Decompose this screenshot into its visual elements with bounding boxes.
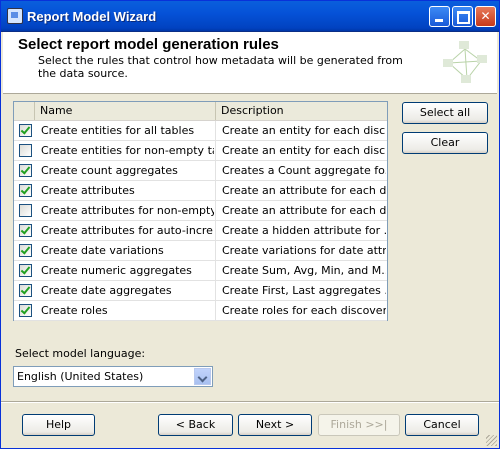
column-divider	[215, 201, 216, 220]
window-title: Report Model Wizard	[27, 9, 157, 24]
rule-checkbox[interactable]	[19, 304, 32, 317]
column-header-name[interactable]: Name	[35, 102, 216, 120]
rule-name: Create attributes for auto-incre...	[41, 224, 214, 237]
rule-name: Create entities for non-empty ta...	[41, 144, 214, 157]
rule-name: Create numeric aggregates	[41, 264, 192, 277]
rule-description: Create roles for each discover...	[222, 304, 386, 317]
wizard-header: Select report model generation rules Sel…	[3, 32, 497, 94]
rule-name: Create attributes for non-empty...	[41, 204, 214, 217]
column-divider	[215, 121, 216, 140]
resize-grip[interactable]	[486, 435, 497, 446]
app-icon	[7, 8, 23, 24]
page-title: Select report model generation rules	[18, 36, 279, 53]
rule-description: Create an entity for each disc...	[222, 124, 386, 137]
cancel-button[interactable]: Cancel	[405, 414, 479, 436]
table-row[interactable]: Create date variations Create variations …	[14, 241, 387, 261]
language-label: Select model language:	[15, 347, 146, 360]
maximize-button[interactable]	[452, 6, 473, 27]
table-row[interactable]: Create roles Create roles for each discov…	[14, 301, 387, 321]
chevron-down-icon[interactable]	[194, 368, 211, 385]
rule-description: Create an attribute for each d...	[222, 184, 386, 197]
rule-name: Create roles	[41, 304, 108, 317]
rule-name: Create attributes	[41, 184, 135, 197]
table-row[interactable]: Create count aggregates Creates a Count a…	[14, 161, 387, 181]
rule-description: Create a hidden attribute for ...	[222, 224, 386, 237]
language-select[interactable]: English (United States)	[13, 366, 213, 387]
rule-name: Create count aggregates	[41, 164, 178, 177]
wizard-window: Report Model Wizard ✕ Select report mode…	[0, 0, 500, 449]
title-bar[interactable]: Report Model Wizard ✕	[1, 1, 499, 32]
rule-name: Create date aggregates	[41, 284, 172, 297]
column-divider	[215, 141, 216, 160]
footer-divider	[1, 401, 499, 403]
rule-checkbox[interactable]	[19, 184, 32, 197]
rule-name: Create date variations	[41, 244, 164, 257]
rule-description: Create an attribute for each d...	[222, 204, 386, 217]
minimize-button[interactable]	[429, 6, 450, 27]
rule-description: Create variations for date attr...	[222, 244, 386, 257]
select-all-button[interactable]: Select all	[402, 102, 488, 124]
column-divider	[215, 281, 216, 300]
close-button[interactable]: ✕	[475, 6, 496, 27]
table-row[interactable]: Create attributes for non-empty... Create…	[14, 201, 387, 221]
rules-grid: Name Description Create entities for all…	[13, 101, 388, 321]
wizard-banner-icon	[443, 41, 487, 83]
rule-description: Create an entity for each disc...	[222, 144, 386, 157]
rule-checkbox[interactable]	[19, 244, 32, 257]
column-divider	[215, 161, 216, 180]
rule-checkbox[interactable]	[19, 164, 32, 177]
grid-header: Name Description	[14, 102, 387, 121]
table-row[interactable]: Create date aggregates Create First, Last…	[14, 281, 387, 301]
page-subtitle: Select the rules that control how metada…	[38, 54, 403, 80]
finish-button[interactable]: Finish >>|	[318, 414, 400, 436]
rule-description: Create First, Last aggregates ...	[222, 284, 386, 297]
rule-checkbox[interactable]	[19, 264, 32, 277]
rule-checkbox[interactable]	[19, 284, 32, 297]
rule-checkbox[interactable]	[19, 124, 32, 137]
column-divider	[215, 261, 216, 280]
back-button[interactable]: < Back	[158, 414, 233, 436]
help-button[interactable]: Help	[22, 414, 95, 436]
table-row[interactable]: Create numeric aggregates Create Sum, Avg…	[14, 261, 387, 281]
language-selected-value: English (United States)	[17, 370, 144, 383]
column-divider	[215, 301, 216, 320]
rule-name: Create entities for all tables	[41, 124, 195, 137]
rule-description: Create Sum, Avg, Min, and M...	[222, 264, 386, 277]
rule-checkbox[interactable]	[19, 224, 32, 237]
column-divider	[215, 181, 216, 200]
column-divider	[215, 241, 216, 260]
rule-description: Creates a Count aggregate fo...	[222, 164, 386, 177]
table-row[interactable]: Create entities for non-empty ta... Creat…	[14, 141, 387, 161]
rule-checkbox[interactable]	[19, 204, 32, 217]
table-row[interactable]: Create entities for all tables Create an …	[14, 121, 387, 141]
header-checkbox-column	[14, 102, 35, 120]
next-button[interactable]: Next >	[238, 414, 312, 436]
table-row[interactable]: Create attributes Create an attribute for…	[14, 181, 387, 201]
rule-checkbox[interactable]	[19, 144, 32, 157]
table-row[interactable]: Create attributes for auto-incre... Creat…	[14, 221, 387, 241]
clear-button[interactable]: Clear	[402, 132, 488, 154]
column-header-description[interactable]: Description	[216, 102, 387, 120]
column-divider	[215, 221, 216, 240]
